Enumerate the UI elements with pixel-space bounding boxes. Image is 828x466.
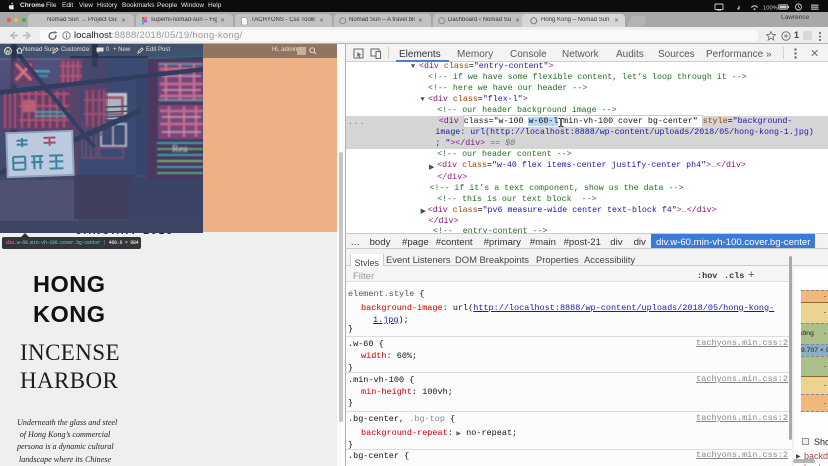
- svg-text:100%: 100%: [763, 5, 778, 10]
